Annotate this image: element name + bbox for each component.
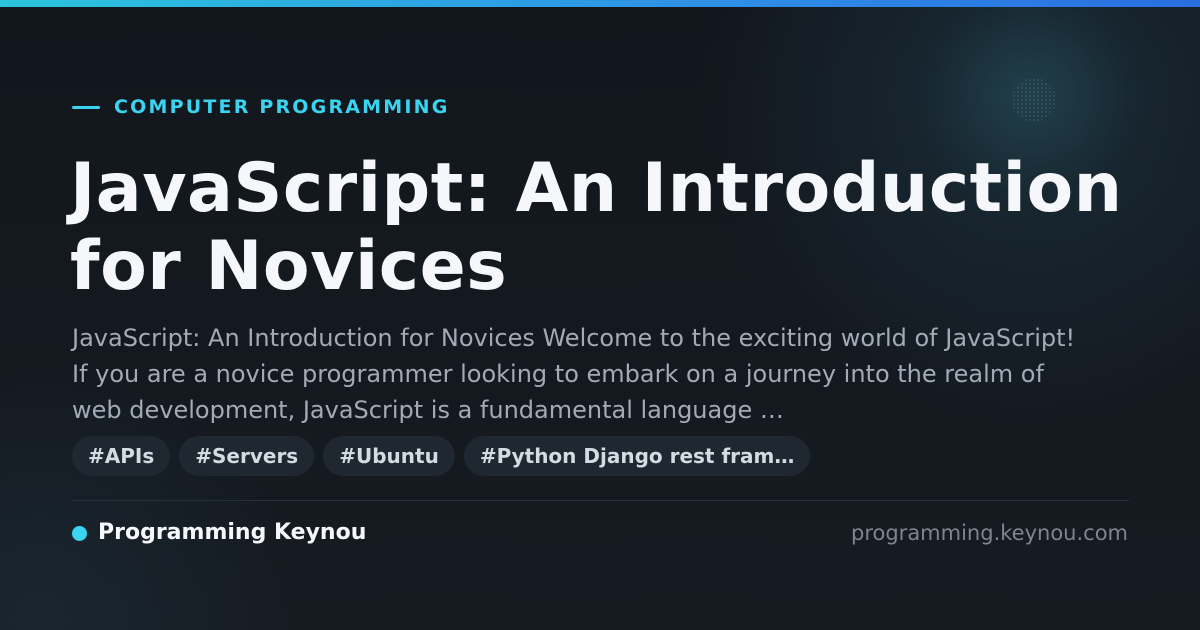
site-domain: programming.keynou.com <box>851 521 1128 545</box>
brand: Programming Keynou <box>72 518 366 548</box>
brand-name: Programming Keynou <box>98 520 367 545</box>
article-excerpt: JavaScript: An Introduction for Novices … <box>72 324 1076 424</box>
top-accent-bar <box>0 0 1200 7</box>
decorative-dot-pattern <box>1012 78 1056 122</box>
tag-pill: #Ubuntu <box>323 436 455 476</box>
tag-list: #APIs #Servers #Ubuntu #Python Django re… <box>72 436 811 476</box>
category-label: COMPUTER PROGRAMMING <box>114 96 450 118</box>
page-title: JavaScript: An Introduction for Novices <box>70 149 1123 306</box>
tag-pill: #Python Django rest fram… <box>463 436 811 476</box>
footer-divider <box>72 500 1129 501</box>
category-line-icon <box>72 105 100 109</box>
category-eyebrow: COMPUTER PROGRAMMING <box>72 96 450 118</box>
tag-pill: #APIs <box>72 436 171 476</box>
tag-pill: #Servers <box>179 436 315 476</box>
brand-dot-icon <box>72 525 87 541</box>
